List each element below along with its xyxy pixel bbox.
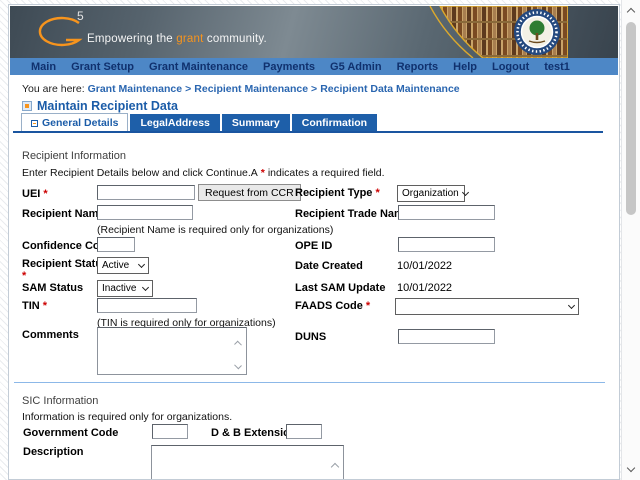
- recipient-information-heading: Recipient Information: [22, 150, 126, 162]
- nav-item-main[interactable]: Main: [31, 61, 56, 73]
- scroll-down-icon[interactable]: [626, 463, 636, 473]
- confidence-code-input[interactable]: [97, 237, 135, 252]
- faads-code-label: FAADS Code *: [295, 300, 371, 312]
- date-created-label: Date Created: [295, 260, 363, 272]
- page-title-row: Maintain Recipient Data: [22, 99, 178, 113]
- nav-item-username[interactable]: test1: [544, 61, 570, 73]
- trade-name-input[interactable]: [398, 205, 495, 220]
- page-title-icon: [22, 101, 32, 111]
- page-title: Maintain Recipient Data: [37, 99, 178, 113]
- comments-textarea[interactable]: [97, 327, 247, 375]
- ope-id-input[interactable]: [398, 237, 495, 252]
- recipient-status-select[interactable]: Active: [97, 257, 149, 274]
- nav-item-logout[interactable]: Logout: [492, 61, 529, 73]
- tin-label: TIN *: [22, 300, 48, 312]
- last-sam-update-label: Last SAM Update: [295, 282, 386, 294]
- banner: 5 Empowering the grant community.: [10, 6, 618, 58]
- nav-item-grant-maintenance[interactable]: Grant Maintenance: [149, 61, 248, 73]
- breadcrumb-link-recipient-maintenance[interactable]: Recipient Maintenance: [194, 83, 308, 95]
- app-window: 5 Empowering the grant community. Main G…: [8, 4, 620, 480]
- breadcrumb-link-grant-maintenance[interactable]: Grant Maintenance: [88, 83, 183, 95]
- nav-item-help[interactable]: Help: [453, 61, 477, 73]
- tab-summary[interactable]: Summary: [221, 114, 290, 131]
- uei-input[interactable]: [97, 185, 195, 200]
- chevron-down-icon: [137, 260, 146, 269]
- scroll-up-icon[interactable]: [330, 462, 340, 472]
- recipient-name-input[interactable]: [97, 205, 193, 220]
- sam-status-label: SAM Status: [22, 282, 84, 294]
- breadcrumb-link-recipient-data-maintenance[interactable]: Recipient Data Maintenance: [320, 83, 459, 95]
- g5-logo-number: 5: [77, 9, 84, 23]
- government-code-label: Government Code: [23, 427, 119, 439]
- recipient-name-note: (Recipient Name is required only for org…: [97, 224, 334, 236]
- form-instructions: Enter Recipient Details below and click …: [22, 167, 385, 179]
- tin-input[interactable]: [97, 298, 197, 313]
- last-sam-update-value: 10/01/2022: [397, 282, 453, 294]
- scroll-up-icon[interactable]: [234, 340, 242, 349]
- department-of-education-seal: [514, 9, 560, 55]
- main-navbar: Main Grant Setup Grant Maintenance Payme…: [10, 58, 618, 75]
- banner-tagline: Empowering the grant community.: [87, 33, 267, 45]
- request-from-ccr-button[interactable]: Request from CCR: [198, 184, 301, 201]
- general-details-form: Recipient Information Enter Recipient De…: [9, 134, 619, 479]
- tab-legal-address[interactable]: LegalAddress: [130, 114, 220, 131]
- trade-name-label: Recipient Trade Name: [295, 208, 410, 220]
- uei-label: UEI *: [22, 188, 48, 200]
- sam-status-select[interactable]: Inactive: [97, 280, 153, 297]
- ope-id-label: OPE ID: [295, 240, 333, 252]
- page-scrollbar[interactable]: [621, 0, 640, 480]
- recipient-status-label: Recipient Status *: [22, 258, 109, 282]
- section-divider: [14, 382, 605, 383]
- sic-note: Information is required only for organiz…: [22, 411, 233, 423]
- sic-information-heading: SIC Information: [22, 395, 99, 407]
- chevron-down-icon: [141, 283, 150, 292]
- nav-item-g5-admin[interactable]: G5 Admin: [330, 61, 382, 73]
- active-tab-icon: [31, 119, 38, 127]
- tab-general-details[interactable]: General Details: [21, 113, 129, 131]
- db-extension-label: D & B Extension: [211, 427, 297, 439]
- nav-item-payments[interactable]: Payments: [263, 61, 315, 73]
- chevron-down-icon: [461, 188, 469, 197]
- breadcrumb-prefix: You are here:: [22, 83, 85, 95]
- recipient-type-select[interactable]: Organization: [397, 185, 469, 202]
- tagline-grant-word: grant: [176, 33, 204, 45]
- tab-confirmation[interactable]: Confirmation: [291, 114, 378, 131]
- nav-item-reports[interactable]: Reports: [397, 61, 439, 73]
- scroll-up-icon[interactable]: [626, 7, 636, 17]
- chevron-down-icon: [567, 301, 576, 310]
- duns-input[interactable]: [398, 329, 495, 344]
- breadcrumb: You are here: Grant Maintenance > Recipien…: [22, 83, 460, 95]
- date-created-value: 10/01/2022: [397, 260, 453, 272]
- duns-label: DUNS: [295, 331, 327, 343]
- textarea-scrollbar[interactable]: [233, 340, 243, 370]
- faads-code-select[interactable]: [395, 298, 579, 315]
- government-code-input[interactable]: [152, 424, 188, 439]
- recipient-type-label: Recipient Type *: [295, 187, 380, 199]
- scroll-down-icon[interactable]: [234, 361, 242, 370]
- comments-label: Comments: [22, 329, 79, 341]
- scrollbar-thumb[interactable]: [626, 22, 636, 215]
- db-extension-input[interactable]: [286, 424, 322, 439]
- required-marker: *: [260, 167, 265, 179]
- description-textarea[interactable]: [151, 445, 344, 479]
- textarea-scrollbar[interactable]: [330, 462, 340, 479]
- nav-item-grant-setup[interactable]: Grant Setup: [71, 61, 134, 73]
- tab-bar: General Details LegalAddress Summary Con…: [13, 113, 603, 133]
- g5-logo-icon: [38, 16, 83, 47]
- description-label: Description: [23, 446, 84, 458]
